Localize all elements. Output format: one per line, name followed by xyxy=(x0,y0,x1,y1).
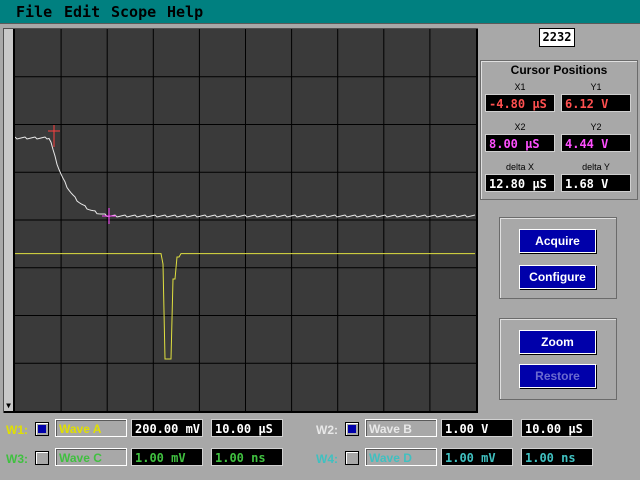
triangle-down-icon[interactable]: ▼ xyxy=(4,401,13,411)
delta-x-label: delta X xyxy=(505,162,535,172)
w3-wave-name[interactable]: Wave C xyxy=(55,448,127,466)
x1-label: X1 xyxy=(514,82,526,92)
restore-button[interactable]: Restore xyxy=(519,364,596,388)
w2-time-per-div[interactable]: 10.00 µS xyxy=(521,419,593,437)
delta-y-value: 1.68 V xyxy=(561,174,631,192)
x2-value: 8.00 µS xyxy=(485,134,555,152)
menu-file[interactable]: File xyxy=(16,3,52,21)
cursor-positions-panel: Cursor Positions X1 Y1 -4.80 µS 6.12 V X… xyxy=(480,60,638,200)
w1-label: W1: xyxy=(6,423,28,437)
y2-label: Y2 xyxy=(590,122,602,132)
x1-value: -4.80 µS xyxy=(485,94,555,112)
w4-wave-name[interactable]: Wave D xyxy=(365,448,437,466)
configure-button[interactable]: Configure xyxy=(519,265,596,289)
w1-volts-per-div[interactable]: 200.00 mV xyxy=(131,419,203,437)
y2-value: 4.44 V xyxy=(561,134,631,152)
menu-edit[interactable]: Edit xyxy=(64,3,100,21)
w1-enable-checkbox[interactable] xyxy=(35,422,49,436)
zoom-button-group: Zoom Restore xyxy=(499,318,617,400)
w2-label: W2: xyxy=(316,423,338,437)
y1-value: 6.12 V xyxy=(561,94,631,112)
x2-label: X2 xyxy=(514,122,526,132)
w1-time-per-div[interactable]: 10.00 µS xyxy=(211,419,283,437)
menu-bar: File Edit Scope Help xyxy=(0,0,640,24)
w4-volts-per-div[interactable]: 1.00 mV xyxy=(441,448,513,466)
delta-y-label: delta Y xyxy=(582,162,610,172)
w3-label: W3: xyxy=(6,452,28,466)
cursor-panel-title: Cursor Positions xyxy=(510,63,608,77)
menu-scope[interactable]: Scope xyxy=(111,3,156,21)
vertical-scrollbar[interactable]: ▼ xyxy=(4,29,13,411)
w3-enable-checkbox[interactable] xyxy=(35,451,49,465)
y1-label: Y1 xyxy=(590,82,602,92)
delta-x-value: 12.80 µS xyxy=(485,174,555,192)
w4-time-per-div[interactable]: 1.00 ns xyxy=(521,448,593,466)
w2-wave-name[interactable]: Wave B xyxy=(365,419,437,437)
acquisition-button-group: Acquire Configure xyxy=(499,217,617,299)
w4-label: W4: xyxy=(316,452,338,466)
scope-grid[interactable] xyxy=(15,29,476,411)
w4-enable-checkbox[interactable] xyxy=(345,451,359,465)
w2-enable-checkbox[interactable] xyxy=(345,422,359,436)
menu-help[interactable]: Help xyxy=(167,3,203,21)
acquisition-counter: 2232 xyxy=(539,28,575,47)
w3-volts-per-div[interactable]: 1.00 mV xyxy=(131,448,203,466)
w3-time-per-div[interactable]: 1.00 ns xyxy=(211,448,283,466)
w1-wave-name[interactable]: Wave A xyxy=(55,419,127,437)
zoom-button[interactable]: Zoom xyxy=(519,330,596,354)
w2-volts-per-div[interactable]: 1.00 V xyxy=(441,419,513,437)
acquire-button[interactable]: Acquire xyxy=(519,229,596,253)
